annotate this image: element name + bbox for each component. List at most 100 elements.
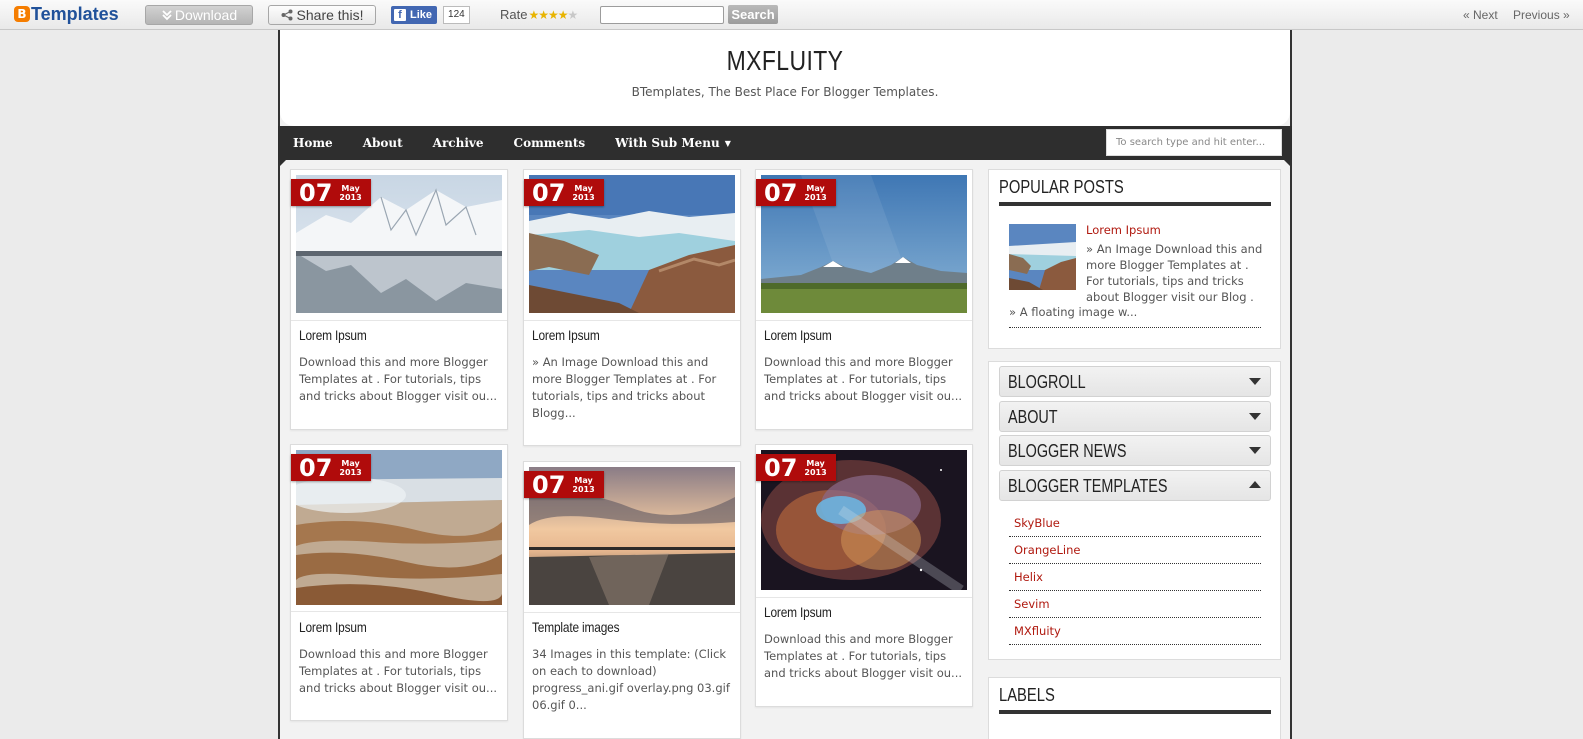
post-card[interactable]: 07 May 2013 Lorem Ipsum Download this and…: [290, 169, 508, 430]
post-title[interactable]: Lorem Ipsum: [299, 619, 367, 635]
post-day: 07: [764, 178, 798, 207]
main-navbar: Home About Archive Comments With Sub Men…: [278, 126, 1292, 160]
post-title[interactable]: Lorem Ipsum: [532, 327, 600, 343]
next-link[interactable]: « Next: [1463, 8, 1498, 22]
post-date-badge: 07 May 2013: [756, 178, 836, 207]
nav-home[interactable]: Home: [293, 136, 333, 150]
post-year: 2013: [572, 192, 595, 202]
star-icon[interactable]: ★: [568, 8, 579, 22]
accordion-blogger-templates[interactable]: BLOGGER TEMPLATES: [999, 470, 1271, 501]
post-day: 07: [299, 453, 333, 482]
post-year: 2013: [339, 467, 362, 477]
post-title[interactable]: Lorem Ipsum: [764, 327, 832, 343]
star-icon[interactable]: ★: [548, 8, 559, 22]
facebook-like-button[interactable]: f Like: [391, 6, 438, 24]
post-excerpt: 34 Images in this template: (Click on ea…: [532, 647, 730, 712]
labels-widget: LABELS: [988, 677, 1281, 739]
accordion-title: BLOGROLL: [1008, 372, 1086, 392]
post-month-year: May 2013: [804, 184, 826, 202]
template-link-mxfluity[interactable]: MXfluity: [1014, 624, 1061, 638]
rating-widget: Rate ★★★★★: [500, 7, 579, 22]
accordion-blogger-news[interactable]: BLOGGER NEWS: [999, 435, 1271, 466]
top-search-input[interactable]: [600, 6, 724, 24]
nav-about[interactable]: About: [363, 136, 403, 150]
post-excerpt: Download this and more Blogger Templates…: [764, 355, 963, 403]
blog-title[interactable]: MXFLUITY: [371, 45, 1199, 77]
post-title[interactable]: Template images: [532, 619, 620, 635]
accordion-about[interactable]: ABOUT: [999, 401, 1271, 432]
nav-with-sub-menu-label: With Sub Menu: [615, 136, 720, 150]
popular-post-thumbnail[interactable]: [1009, 224, 1076, 290]
card-divider: [756, 320, 972, 321]
post-month: May: [341, 458, 360, 468]
accordion-title: ABOUT: [1008, 407, 1058, 427]
facebook-like[interactable]: f Like 124: [391, 6, 470, 24]
post-card[interactable]: 07 May 2013 Lorem Ipsum Download this and…: [755, 444, 973, 707]
caret-down-icon: ▼: [724, 138, 731, 148]
btemplates-logo[interactable]: B Templates: [14, 3, 119, 25]
chevron-down-icon: [1249, 447, 1261, 454]
download-button[interactable]: Download: [145, 5, 253, 25]
popular-post-excerpt-2: » A floating image w...: [1009, 305, 1138, 319]
template-link-helix[interactable]: Helix: [1014, 570, 1043, 584]
post-title[interactable]: Lorem Ipsum: [299, 327, 367, 343]
post-year: 2013: [804, 467, 827, 477]
accordion-title: BLOGGER NEWS: [1008, 441, 1127, 461]
share-label: Share this!: [296, 7, 364, 23]
popular-post-title[interactable]: Lorem Ipsum: [1086, 223, 1161, 237]
star-icon[interactable]: ★: [538, 8, 549, 22]
popular-posts-widget: POPULAR POSTS Lorem Ipsum » An Image Dow…: [988, 169, 1281, 349]
blog-page: MXFLUITY BTemplates, The Best Place For …: [278, 30, 1292, 739]
post-date-badge: 07 May 2013: [756, 453, 836, 482]
top-search-button[interactable]: Search: [728, 5, 778, 24]
card-divider: [291, 611, 507, 612]
nav-archive[interactable]: Archive: [433, 136, 484, 150]
post-day: 07: [532, 178, 566, 207]
post-day: 07: [764, 453, 798, 482]
share-button[interactable]: Share this!: [268, 5, 376, 25]
nav-search-input[interactable]: To search type and hit enter...: [1106, 129, 1282, 156]
post-month: May: [806, 183, 825, 193]
post-month-year: May 2013: [804, 459, 826, 477]
card-divider: [756, 597, 972, 598]
link-divider: [1009, 590, 1261, 591]
widget-title-rule: [999, 202, 1271, 206]
popular-post-excerpt: » An Image Download this and more Blogge…: [1086, 242, 1263, 304]
accordion-title: BLOGGER TEMPLATES: [1008, 476, 1168, 496]
download-chevron-icon: [162, 10, 172, 21]
post-card[interactable]: 07 May 2013 Lorem Ipsum » An Image Downlo…: [523, 169, 741, 446]
template-link-skyblue[interactable]: SkyBlue: [1014, 516, 1060, 530]
post-card[interactable]: 07 May 2013 Lorem Ipsum Download this and…: [755, 169, 973, 430]
share-icon: [281, 9, 293, 21]
post-title[interactable]: Lorem Ipsum: [764, 604, 832, 620]
chevron-down-icon: [1249, 413, 1261, 420]
post-month-year: May 2013: [572, 476, 594, 494]
popular-post-divider: [1009, 327, 1261, 328]
navbar-corner-left: [280, 160, 286, 166]
template-link-sevim[interactable]: Sevim: [1014, 597, 1050, 611]
card-divider: [291, 320, 507, 321]
chevron-up-icon: [1249, 481, 1261, 488]
star-icon[interactable]: ★: [528, 8, 539, 22]
previous-link[interactable]: Previous »: [1513, 8, 1570, 22]
post-month-year: May 2013: [339, 184, 361, 202]
accordion-blogroll[interactable]: BLOGROLL: [999, 366, 1271, 397]
post-month: May: [341, 183, 360, 193]
post-year: 2013: [572, 484, 595, 494]
post-card[interactable]: 07 May 2013 Lorem Ipsum Download this and…: [290, 444, 508, 721]
download-label: Download: [174, 7, 238, 23]
post-month: May: [806, 458, 825, 468]
navbar-corner-right: [1284, 160, 1290, 166]
star-rating[interactable]: ★★★★★: [528, 8, 579, 22]
post-date-badge: 07 May 2013: [524, 471, 604, 499]
rate-label: Rate: [500, 7, 528, 22]
template-link-orangeline[interactable]: OrangeLine: [1014, 543, 1080, 557]
top-toolbar: B Templates Download Share this! f Like …: [0, 0, 1583, 30]
chevron-down-icon: [1249, 378, 1261, 385]
star-icon[interactable]: ★: [558, 8, 569, 22]
nav-with-sub-menu[interactable]: With Sub Menu ▼: [615, 136, 731, 150]
post-card[interactable]: 07 May 2013 Template images 34 Images in …: [523, 461, 741, 739]
nav-comments[interactable]: Comments: [514, 136, 586, 150]
widget-title-rule: [999, 710, 1271, 714]
blog-header: MXFLUITY BTemplates, The Best Place For …: [280, 30, 1290, 126]
